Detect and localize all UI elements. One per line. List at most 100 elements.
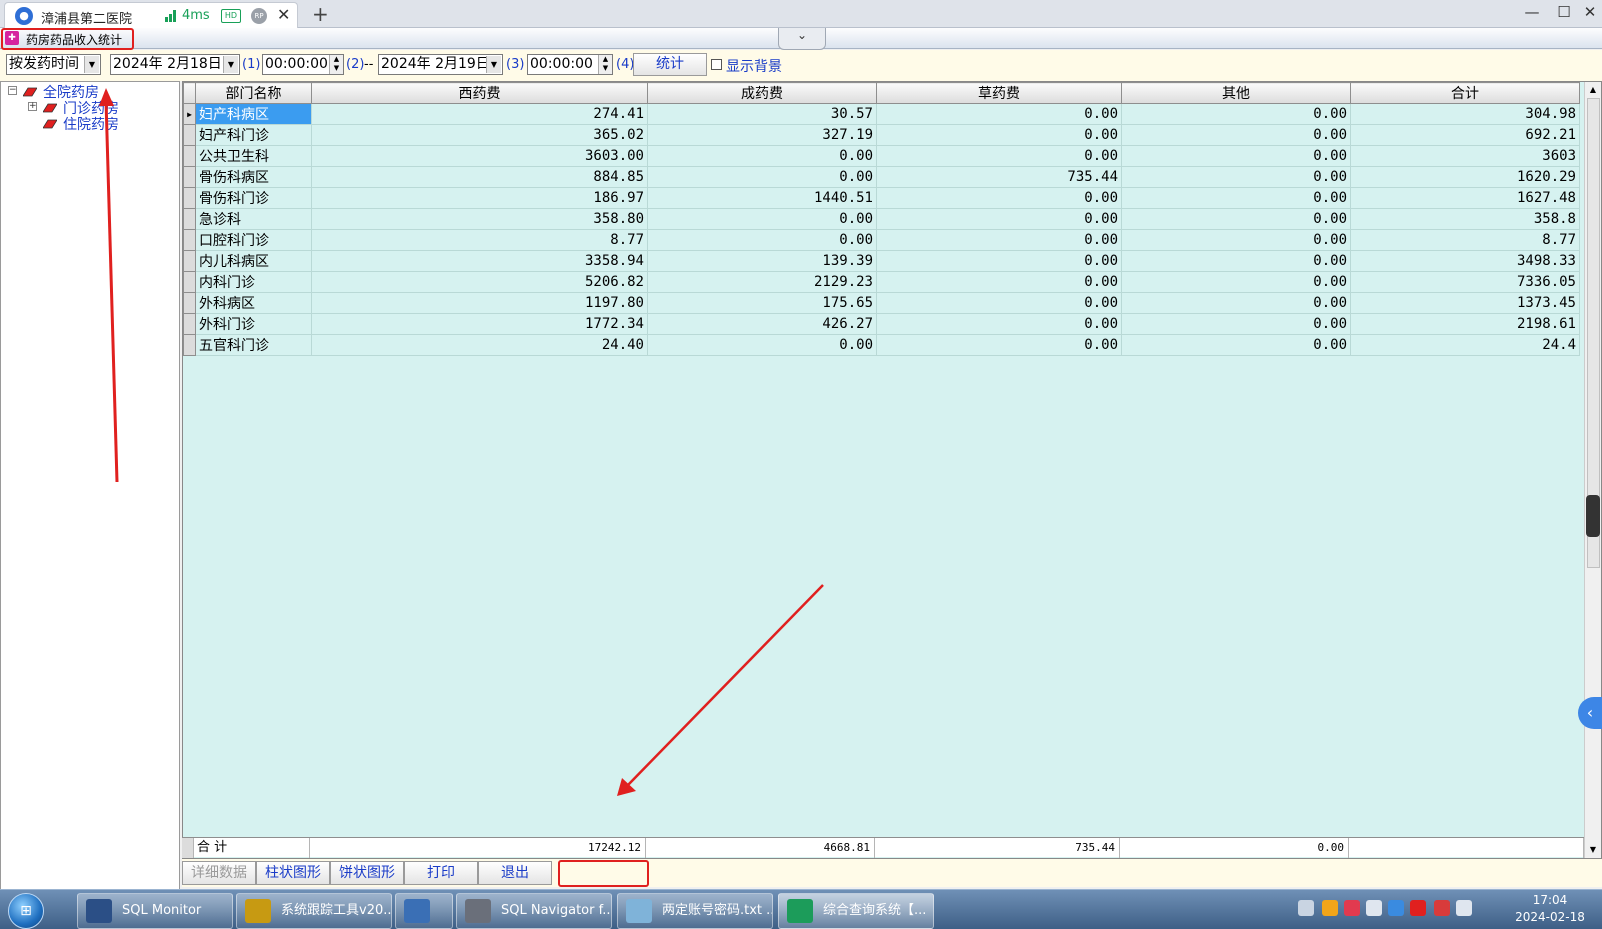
amount-cell[interactable]: 304.98 xyxy=(1350,103,1580,125)
table-row[interactable]: 内儿科病区 3358.94 139.39 0.00 0.00 3498.33 xyxy=(183,250,1580,272)
end-time-input[interactable]: 00:00:00 ▲ ▼ xyxy=(527,54,613,75)
amount-cell[interactable]: 8.77 xyxy=(311,229,648,251)
department-cell[interactable]: 外科门诊 xyxy=(195,313,312,335)
amount-cell[interactable]: 0.00 xyxy=(1121,208,1351,230)
volume-icon[interactable] xyxy=(1456,900,1472,916)
table-row[interactable]: 外科病区 1197.80 175.65 0.00 0.00 1373.45 xyxy=(183,292,1580,314)
department-cell[interactable]: 外科病区 xyxy=(195,292,312,314)
table-row[interactable]: 公共卫生科 3603.00 0.00 0.00 0.00 3603 xyxy=(183,145,1580,167)
network-icon[interactable] xyxy=(1366,900,1382,916)
amount-cell[interactable]: 358.8 xyxy=(1350,208,1580,230)
amount-cell[interactable]: 0.00 xyxy=(1121,334,1351,356)
table-row[interactable]: 急诊科 358.80 0.00 0.00 0.00 358.8 xyxy=(183,208,1580,230)
table-row[interactable]: 五官科门诊 24.40 0.00 0.00 0.00 24.4 xyxy=(183,334,1580,356)
amount-cell[interactable]: 186.97 xyxy=(311,187,648,209)
table-row[interactable]: 外科门诊 1772.34 426.27 0.00 0.00 2198.61 xyxy=(183,313,1580,335)
amount-cell[interactable]: 0.00 xyxy=(647,334,877,356)
exit-button[interactable]: 退出 xyxy=(478,861,552,885)
taskbar-item[interactable]: SQL Monitor xyxy=(77,893,233,929)
start-date-picker[interactable]: 2024年 2月18日 ▼ xyxy=(110,54,240,75)
amount-cell[interactable]: 884.85 xyxy=(311,166,648,188)
side-drag-handle[interactable] xyxy=(1586,495,1600,537)
amount-cell[interactable]: 0.00 xyxy=(1121,313,1351,335)
amount-cell[interactable]: 0.00 xyxy=(876,145,1122,167)
table-row[interactable]: 内科门诊 5206.82 2129.23 0.00 0.00 7336.05 xyxy=(183,271,1580,293)
statistics-button[interactable]: 统计 xyxy=(633,53,707,76)
amount-cell[interactable]: 0.00 xyxy=(1121,124,1351,146)
amount-cell[interactable]: 0.00 xyxy=(876,334,1122,356)
amount-cell[interactable]: 3603.00 xyxy=(311,145,648,167)
windows-update-icon[interactable] xyxy=(1388,900,1404,916)
amount-cell[interactable]: 274.41 xyxy=(311,103,648,125)
amount-cell[interactable]: 5206.82 xyxy=(311,271,648,293)
amount-cell[interactable]: 2198.61 xyxy=(1350,313,1580,335)
show-background-checkbox[interactable] xyxy=(711,59,722,70)
amount-cell[interactable]: 0.00 xyxy=(1121,187,1351,209)
taskbar-item[interactable]: 两定账号密码.txt ... xyxy=(617,893,773,929)
hd-badge[interactable]: HD xyxy=(221,9,241,23)
print-button[interactable]: 打印 xyxy=(404,861,478,885)
amount-cell[interactable]: 735.44 xyxy=(876,166,1122,188)
time-mode-select[interactable]: 按发药时间 ▼ xyxy=(6,54,101,75)
keyboard-icon[interactable] xyxy=(1298,900,1314,916)
amount-cell[interactable]: 0.00 xyxy=(876,271,1122,293)
column-header[interactable]: 西药费 xyxy=(311,82,648,104)
minimize-icon[interactable]: — xyxy=(1520,3,1544,21)
column-header[interactable]: 合计 xyxy=(1350,82,1580,104)
chevron-down-icon[interactable]: ▼ xyxy=(84,56,99,73)
amount-cell[interactable]: 692.21 xyxy=(1350,124,1580,146)
department-cell[interactable]: 骨伤科门诊 xyxy=(195,187,312,209)
amount-cell[interactable]: 358.80 xyxy=(311,208,648,230)
amount-cell[interactable]: 8.77 xyxy=(1350,229,1580,251)
scroll-up-icon[interactable]: ▲ xyxy=(1585,82,1601,98)
amount-cell[interactable]: 0.00 xyxy=(1121,145,1351,167)
amount-cell[interactable]: 0.00 xyxy=(1121,271,1351,293)
amount-cell[interactable]: 3358.94 xyxy=(311,250,648,272)
taskbar-item[interactable]: 系统跟踪工具v20... xyxy=(236,893,392,929)
amount-cell[interactable]: 2129.23 xyxy=(647,271,877,293)
table-row[interactable]: 口腔科门诊 8.77 0.00 0.00 0.00 8.77 xyxy=(183,229,1580,251)
start-time-input[interactable]: 00:00:00 ▲ ▼ xyxy=(262,54,344,75)
table-row[interactable]: 骨伤科门诊 186.97 1440.51 0.00 0.00 1627.48 xyxy=(183,187,1580,209)
amount-cell[interactable]: 1373.45 xyxy=(1350,292,1580,314)
department-cell[interactable]: 骨伤科病区 xyxy=(195,166,312,188)
amount-cell[interactable]: 1197.80 xyxy=(311,292,648,314)
start-orb-icon[interactable]: ⊞ xyxy=(8,893,44,929)
amount-cell[interactable]: 1772.34 xyxy=(311,313,648,335)
tree-node-inpatient[interactable]: 住院药房 xyxy=(63,114,119,134)
column-header[interactable]: 其他 xyxy=(1121,82,1351,104)
department-cell[interactable]: 妇产科病区 xyxy=(195,103,312,125)
department-cell[interactable]: 妇产科门诊 xyxy=(195,124,312,146)
department-cell[interactable]: 内儿科病区 xyxy=(195,250,312,272)
amount-cell[interactable]: 1627.48 xyxy=(1350,187,1580,209)
amount-cell[interactable]: 30.57 xyxy=(647,103,877,125)
new-tab-icon[interactable]: + xyxy=(312,2,329,26)
amount-cell[interactable]: 0.00 xyxy=(647,145,877,167)
amount-cell[interactable]: 0.00 xyxy=(876,187,1122,209)
amount-cell[interactable]: 426.27 xyxy=(647,313,877,335)
table-row[interactable]: ▶ 妇产科病区 274.41 30.57 0.00 0.00 304.98 xyxy=(183,103,1580,125)
amount-cell[interactable]: 0.00 xyxy=(876,250,1122,272)
flag-app-icon[interactable] xyxy=(1344,900,1360,916)
taskbar-item[interactable] xyxy=(395,893,453,929)
amount-cell[interactable]: 0.00 xyxy=(1121,166,1351,188)
vertical-scrollbar[interactable]: ▲ ▼ xyxy=(1584,82,1601,858)
amount-cell[interactable]: 7336.05 xyxy=(1350,271,1580,293)
table-row[interactable]: 妇产科门诊 365.02 327.19 0.00 0.00 692.21 xyxy=(183,124,1580,146)
close-tab-icon[interactable]: ✕ xyxy=(277,5,290,24)
session-tab[interactable]: ● 漳浦县第二医院 4ms HD RP ✕ xyxy=(4,2,298,28)
department-cell[interactable]: 急诊科 xyxy=(195,208,312,230)
department-cell[interactable]: 公共卫生科 xyxy=(195,145,312,167)
chevron-down-icon[interactable]: ▼ xyxy=(223,56,238,73)
amount-cell[interactable]: 0.00 xyxy=(876,229,1122,251)
close-window-icon[interactable]: ✕ xyxy=(1578,3,1602,21)
amount-cell[interactable]: 0.00 xyxy=(647,229,877,251)
amount-cell[interactable]: 1620.29 xyxy=(1350,166,1580,188)
department-cell[interactable]: 五官科门诊 xyxy=(195,334,312,356)
bar-chart-button[interactable]: 柱状图形 xyxy=(256,861,330,885)
amount-cell[interactable]: 0.00 xyxy=(1121,250,1351,272)
amount-cell[interactable]: 0.00 xyxy=(876,103,1122,125)
amount-cell[interactable]: 3498.33 xyxy=(1350,250,1580,272)
amount-cell[interactable]: 139.39 xyxy=(647,250,877,272)
scroll-down-icon[interactable]: ▼ xyxy=(1585,842,1601,858)
